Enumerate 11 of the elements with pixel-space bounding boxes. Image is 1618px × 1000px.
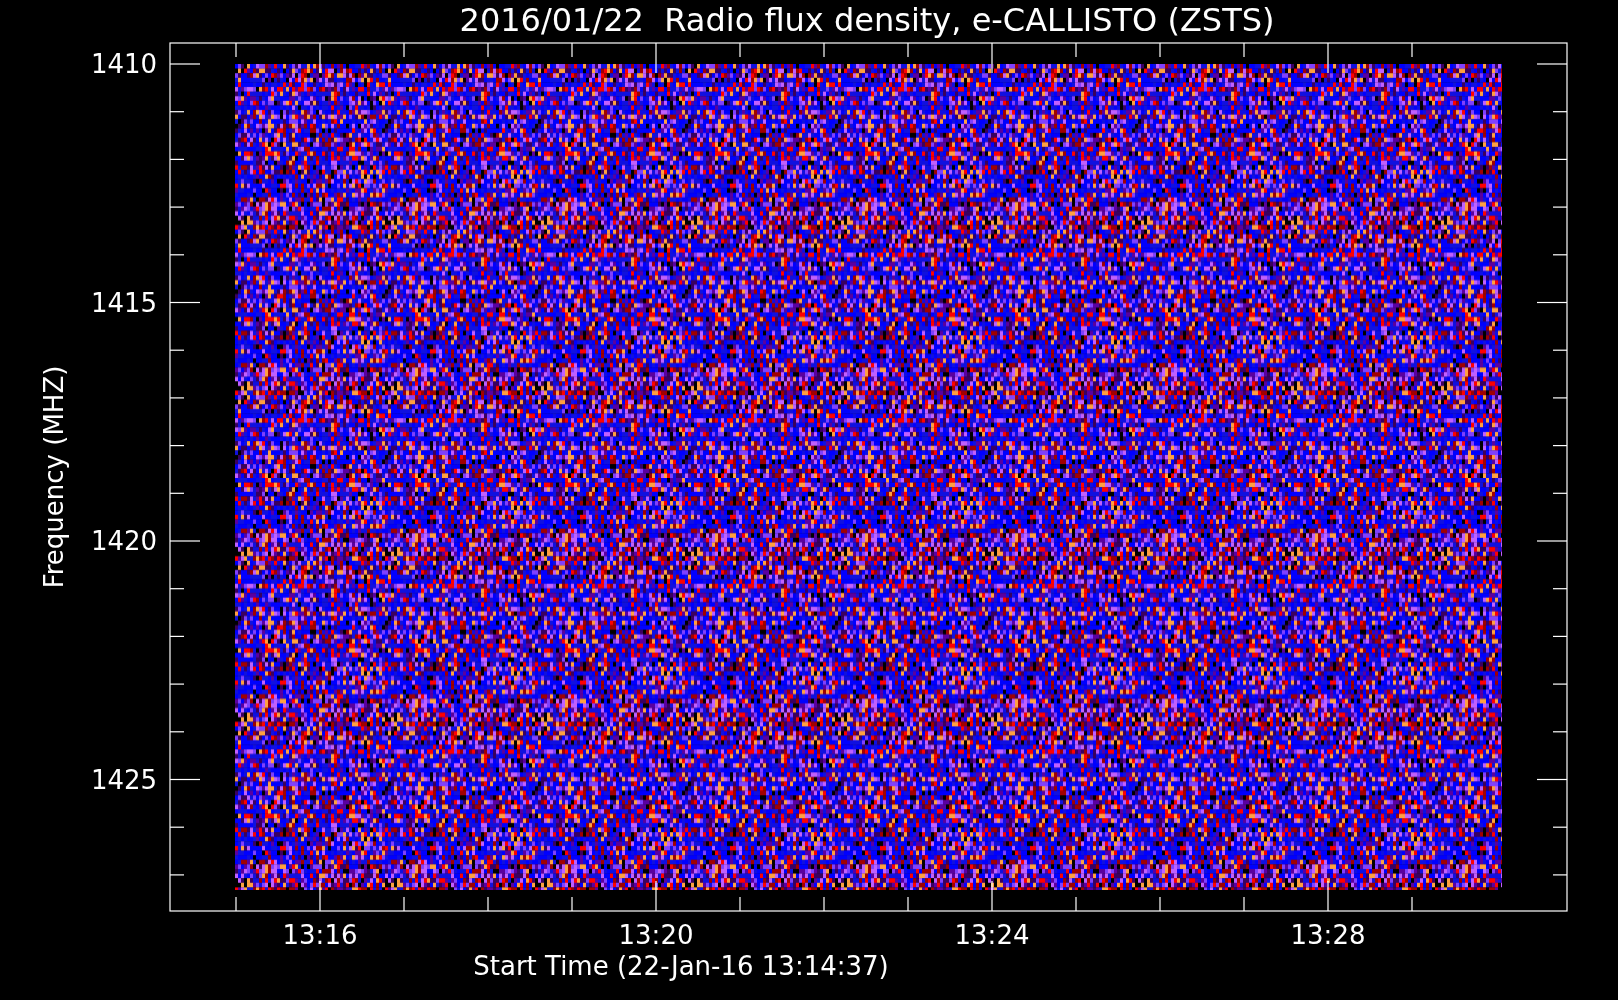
x-tick-label: 13:16 [282,920,358,950]
x-tick-label: 13:24 [954,920,1030,950]
y-tick-label: 1415 [90,287,158,318]
y-tick-label: 1425 [90,764,158,795]
x-tick-label: 13:28 [1290,920,1366,950]
plot-title: 2016/01/22 Radio flux density, e-CALLISTO (ZSTS) [459,1,1275,39]
y-tick-label: 1410 [90,49,158,79]
x-tick-label: 13:20 [618,920,694,950]
x-axis-label: Start Time (22-Jan-16 13:14:37) [473,951,889,981]
y-tick-label: 1420 [90,526,158,556]
y-axis-label: Frequency (MHZ) [39,365,69,589]
